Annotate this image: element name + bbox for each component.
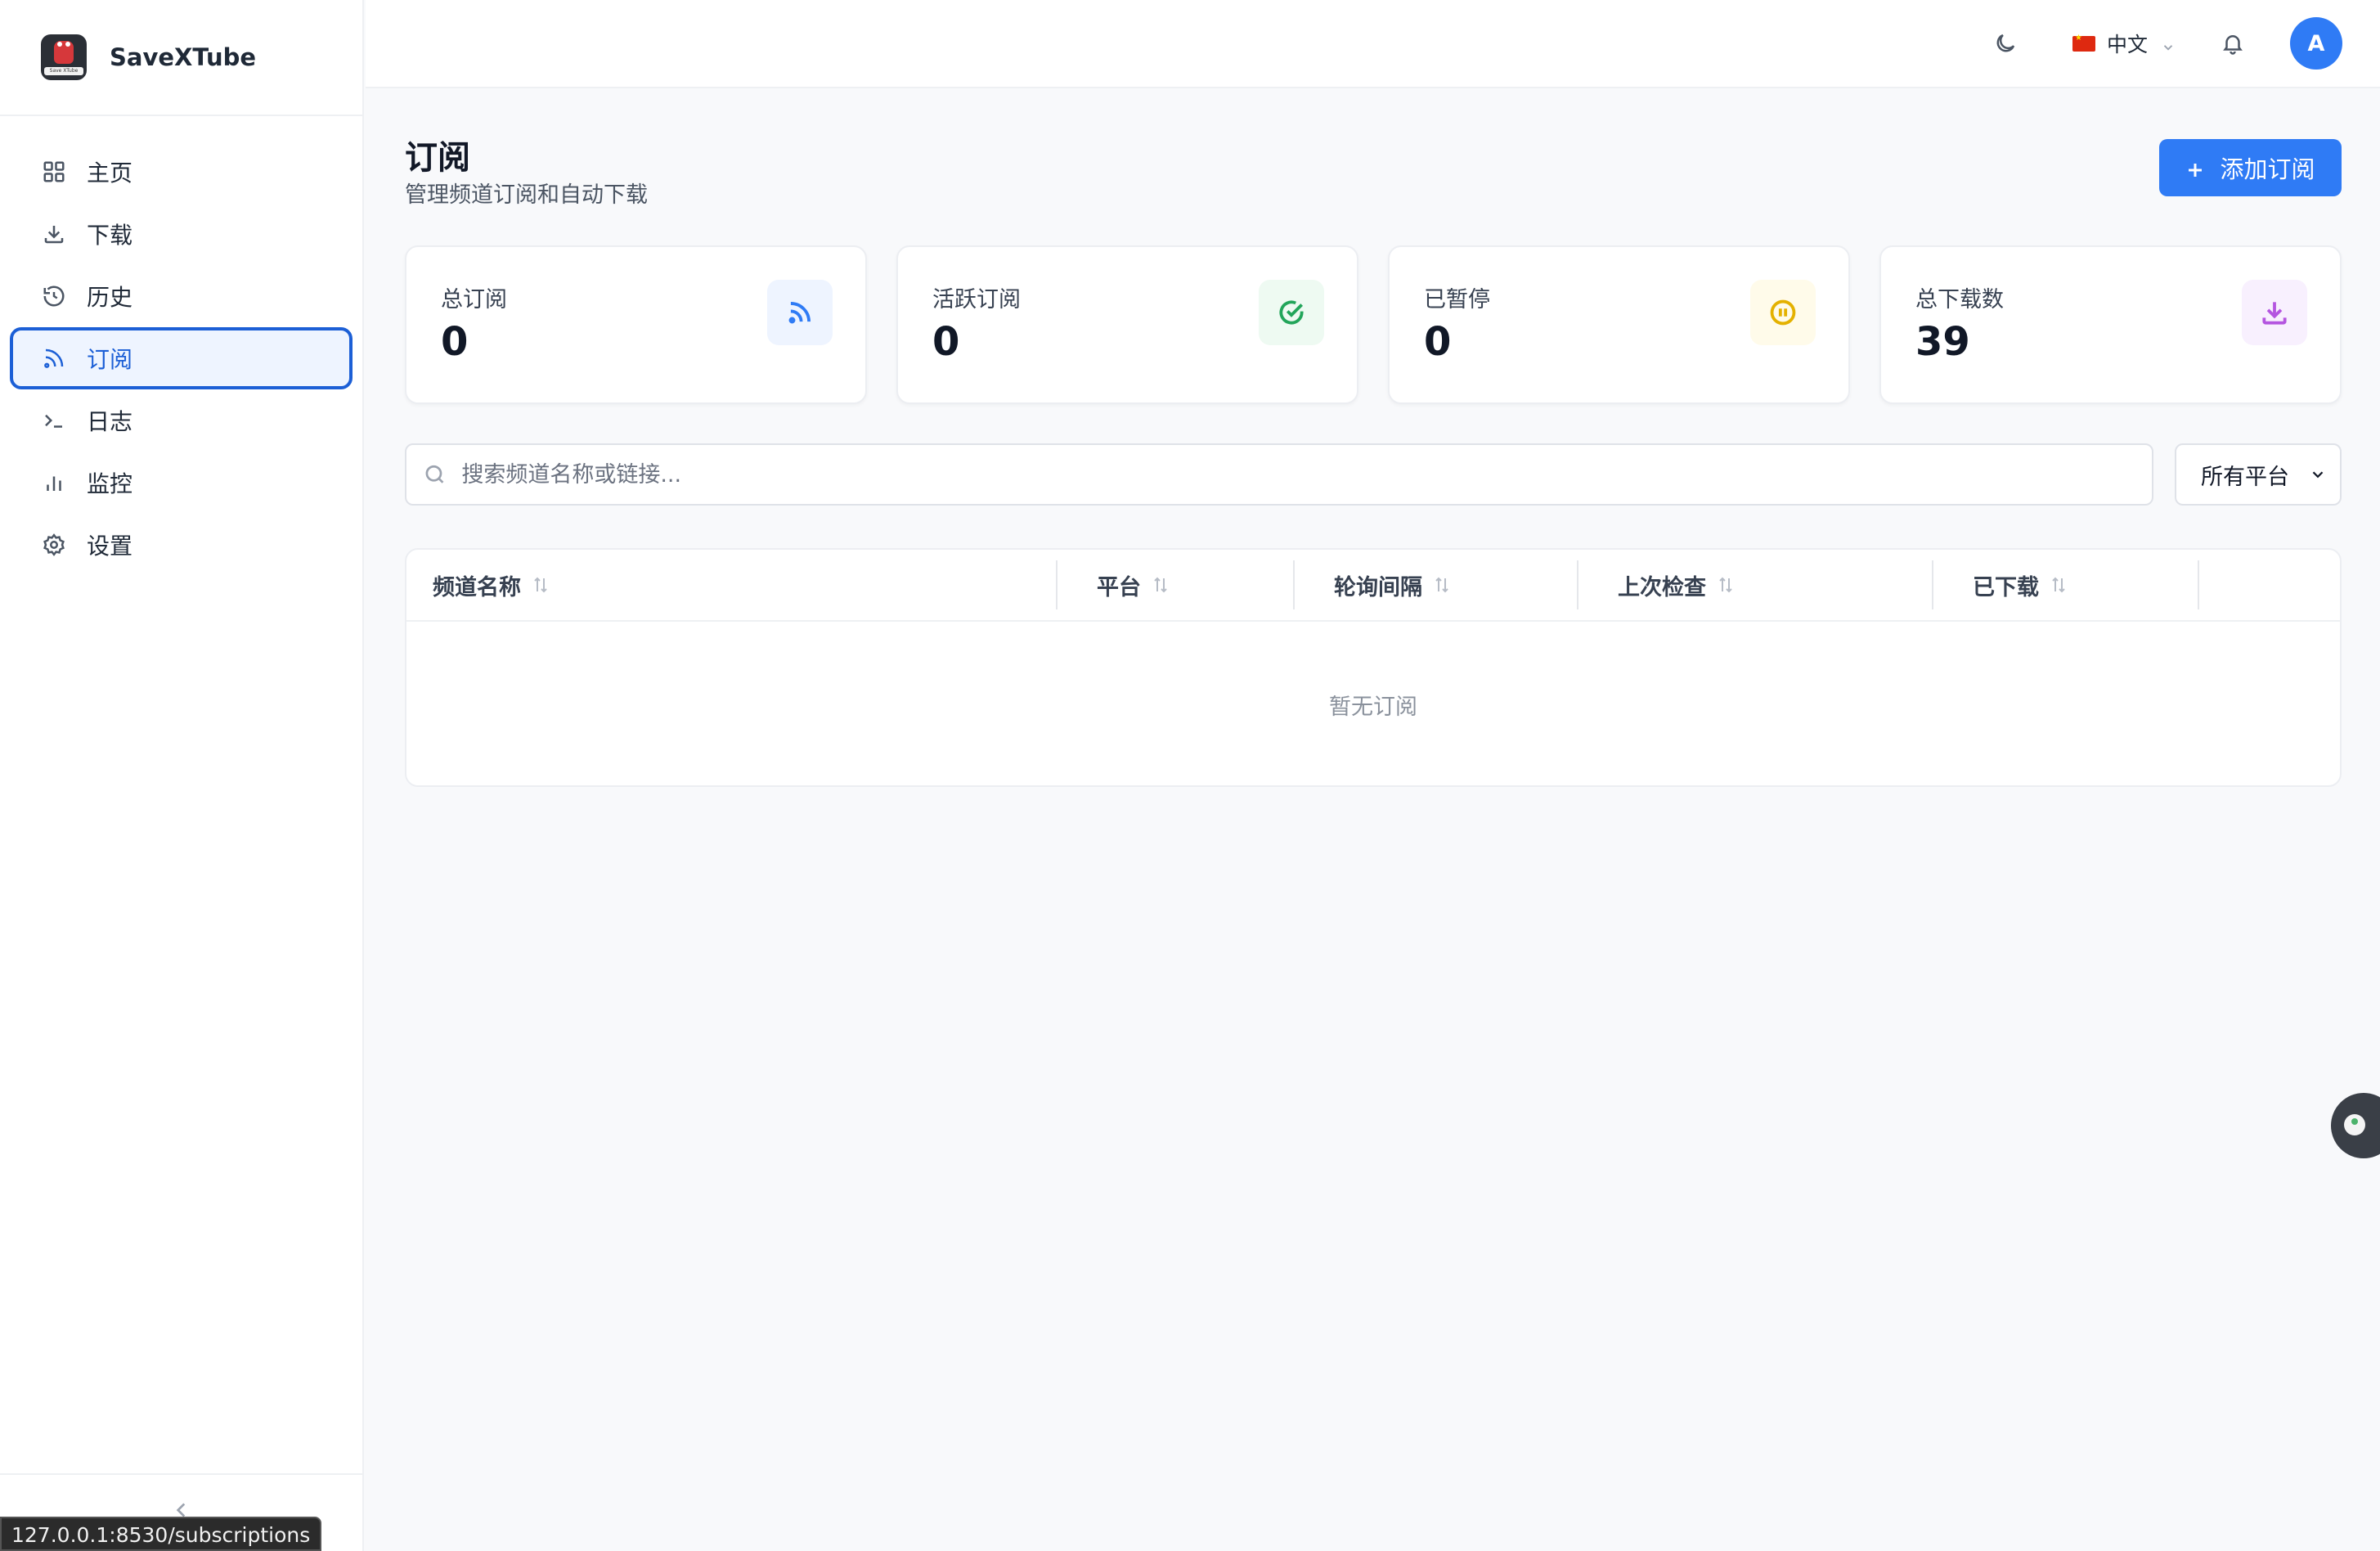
gear-icon: [41, 532, 67, 558]
column-header-poll-interval[interactable]: 轮询间隔: [1295, 560, 1578, 609]
history-icon: [41, 283, 67, 309]
bar-chart-icon: [41, 470, 67, 496]
stat-card-total: 总订阅 0: [405, 245, 867, 404]
sidebar-item-home[interactable]: 主页: [10, 141, 353, 203]
page-title: 订阅: [405, 139, 470, 177]
stat-value: 0: [1424, 319, 1452, 365]
sidebar-item-label: 订阅: [87, 346, 133, 373]
stat-value: 0: [932, 319, 960, 365]
chevron-down-icon: [2161, 36, 2176, 51]
sidebar-item-label: 历史: [87, 284, 133, 311]
app-logo: Save XTube: [41, 34, 87, 80]
sidebar-nav: 主页 下载 历史 订阅 日志 监控 设置: [0, 116, 362, 576]
pause-circle-icon: [1750, 280, 1816, 345]
assistant-avatar-icon: [2344, 1114, 2365, 1135]
stat-card-downloads: 总下载数 39: [1879, 245, 2342, 404]
sort-icon: [2049, 575, 2068, 595]
stat-label: 总订阅: [441, 287, 507, 312]
sidebar-item-label: 监控: [87, 470, 133, 497]
platform-select-value: 所有平台: [2201, 464, 2289, 490]
sidebar: Save XTube SaveXTube 主页 下载 历史 订阅 日志 监控 设…: [0, 0, 364, 1551]
add-subscription-label: 添加订阅: [2220, 155, 2315, 183]
filters-row: 所有平台: [405, 443, 2342, 506]
column-header-actions: [2199, 560, 2340, 609]
subscriptions-table: 频道名称 平台 轮询间隔 上次检查 已下载 暂无订阅: [405, 548, 2342, 787]
sort-icon: [1716, 575, 1736, 595]
floating-assistant-button[interactable]: [2331, 1093, 2380, 1158]
sort-icon: [1151, 575, 1170, 595]
stats-row: 总订阅 0 活跃订阅 0 已暂停 0 总下载数 39: [405, 245, 2342, 404]
table-header: 频道名称 平台 轮询间隔 上次检查 已下载: [406, 550, 2340, 622]
user-avatar[interactable]: A: [2290, 17, 2342, 70]
browser-status-url: 127.0.0.1:8530/subscriptions: [0, 1517, 322, 1551]
page-subtitle: 管理频道订阅和自动下载: [405, 182, 648, 208]
page-header: 订阅 管理频道订阅和自动下载 添加订阅: [405, 88, 2342, 245]
plus-icon: [2185, 158, 2205, 178]
theme-toggle-button[interactable]: [1989, 27, 2022, 60]
download-icon: [2242, 280, 2307, 345]
column-header-label: 轮询间隔: [1334, 574, 1422, 600]
china-flag-icon: [2072, 34, 2095, 52]
app-name: SaveXTube: [110, 43, 257, 71]
platform-select[interactable]: 所有平台: [2175, 443, 2342, 506]
empty-state: 暂无订阅: [1329, 695, 1417, 720]
check-circle-icon: [1259, 280, 1324, 345]
search-field[interactable]: [405, 443, 2153, 506]
stat-card-active: 活跃订阅 0: [896, 245, 1358, 404]
stat-label: 活跃订阅: [932, 287, 1021, 312]
add-subscription-button[interactable]: 添加订阅: [2159, 139, 2342, 196]
sidebar-item-label: 主页: [87, 160, 133, 187]
sidebar-item-downloads[interactable]: 下载: [10, 203, 353, 265]
search-input[interactable]: [461, 461, 2152, 488]
notifications-button[interactable]: [2216, 27, 2249, 60]
chevron-down-icon: [2312, 471, 2324, 479]
column-header-downloaded[interactable]: 已下载: [1933, 560, 2199, 609]
sidebar-item-label: 下载: [87, 222, 133, 249]
bell-icon: [2223, 35, 2243, 55]
grid-icon: [41, 159, 67, 185]
moon-icon: [1996, 34, 2015, 52]
column-header-platform[interactable]: 平台: [1058, 560, 1295, 609]
stat-value: 0: [441, 319, 469, 365]
terminal-icon: [41, 407, 67, 434]
sidebar-item-subscriptions[interactable]: 订阅: [10, 327, 353, 389]
column-header-channel[interactable]: 频道名称: [406, 560, 1058, 609]
sidebar-item-logs[interactable]: 日志: [10, 389, 353, 452]
sidebar-item-monitor[interactable]: 监控: [10, 452, 353, 514]
top-bar: 中文 A: [366, 0, 2380, 88]
stat-label: 总下载数: [1915, 287, 2004, 312]
main-content: 订阅 管理频道订阅和自动下载 添加订阅 总订阅 0 活跃订阅 0 已暂停 0 总…: [405, 88, 2342, 787]
language-label: 中文: [2106, 33, 2148, 56]
sort-icon: [531, 575, 550, 595]
rss-icon: [767, 280, 833, 345]
sort-icon: [1432, 575, 1452, 595]
column-header-label: 上次检查: [1618, 574, 1706, 600]
stat-card-paused: 已暂停 0: [1388, 245, 1850, 404]
column-header-label: 已下载: [1973, 574, 2039, 600]
column-header-label: 平台: [1097, 574, 1141, 600]
sidebar-item-history[interactable]: 历史: [10, 265, 353, 327]
stat-value: 39: [1915, 319, 1970, 365]
language-selector[interactable]: 中文: [2072, 29, 2176, 58]
stat-label: 已暂停: [1424, 287, 1490, 312]
download-icon: [41, 221, 67, 247]
search-icon: [425, 465, 444, 483]
sidebar-item-settings[interactable]: 设置: [10, 514, 353, 576]
column-header-label: 频道名称: [433, 574, 521, 600]
rss-icon: [41, 345, 67, 371]
sidebar-item-label: 设置: [87, 533, 133, 560]
sidebar-item-label: 日志: [87, 408, 133, 435]
column-header-last-check[interactable]: 上次检查: [1578, 560, 1933, 609]
brand[interactable]: Save XTube SaveXTube: [0, 0, 362, 116]
